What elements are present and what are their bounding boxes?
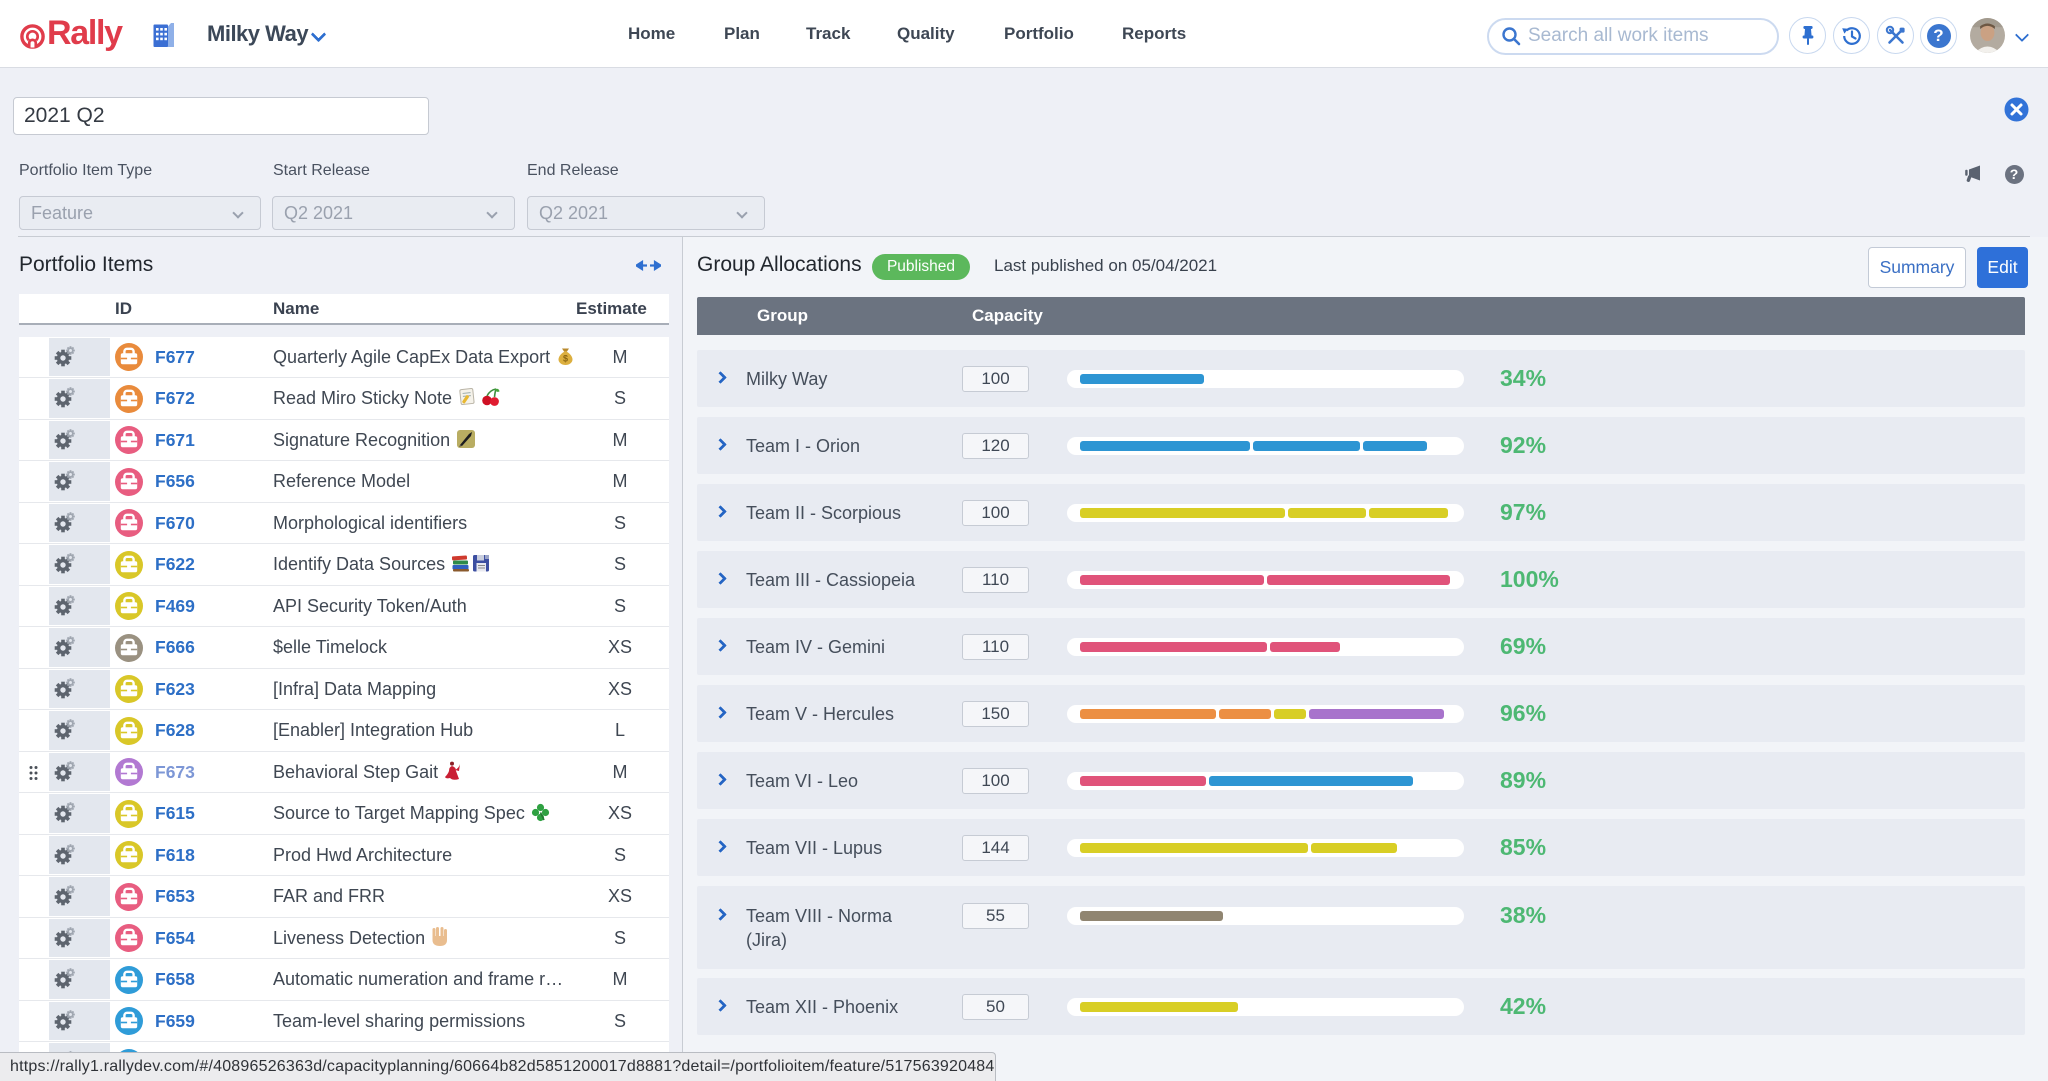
- svg-text:$: $: [563, 353, 568, 363]
